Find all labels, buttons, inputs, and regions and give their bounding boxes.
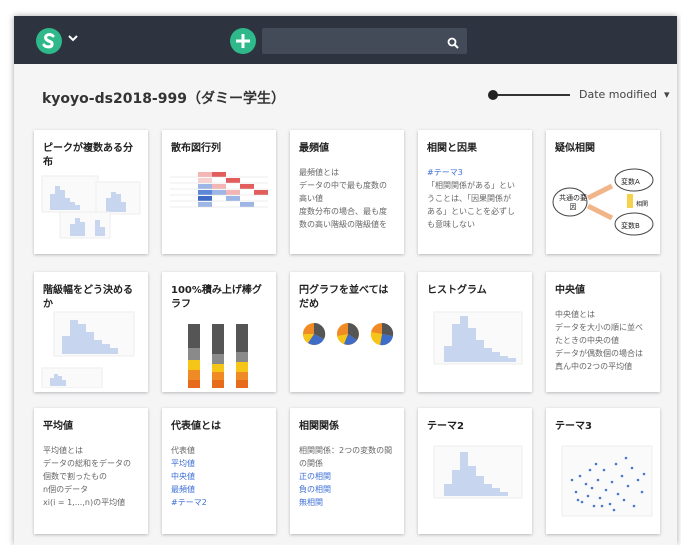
- preview-line: 中央値とは: [555, 310, 595, 319]
- preview-link[interactable]: 正の相関: [299, 470, 395, 483]
- card-title: 平均値: [43, 421, 73, 432]
- card-title: ヒストグラム: [427, 285, 487, 296]
- scatter-thumbnail: [561, 445, 653, 517]
- notebook-card[interactable]: ピークが複数ある分布: [34, 130, 148, 254]
- preview-link[interactable]: 負の相関: [299, 483, 395, 496]
- preview-line: 平均値とは: [43, 446, 83, 455]
- table-thumbnail: [168, 164, 270, 214]
- add-icon[interactable]: [230, 28, 256, 54]
- preview-link[interactable]: #テーマ2: [171, 496, 267, 509]
- app-frame: kyoyo-ds2018-999（ダミー学生） Date modified ▾ …: [14, 16, 677, 545]
- preview-line: データを大小の順に並べ: [555, 323, 643, 332]
- stacked-bar-thumbnail: [188, 324, 248, 388]
- histogram-thumbnail: [41, 311, 135, 388]
- pie-charts-thumbnail: [303, 322, 394, 346]
- notebook-card[interactable]: テーマ2: [418, 408, 532, 534]
- preview-line: 高い値: [299, 194, 323, 203]
- preview-line: xi(i = 1,...,n)の平均値: [43, 498, 126, 507]
- preview-line: の関係: [299, 459, 323, 468]
- notebook-card[interactable]: 疑似相関 共通の要因 変数A 変数B 相関: [546, 130, 660, 254]
- sort-dropdown[interactable]: Date modified ▾: [579, 88, 669, 101]
- card-title: テーマ3: [555, 421, 592, 432]
- preview-link[interactable]: 最頻値: [171, 483, 267, 496]
- preview-link[interactable]: 平均値: [171, 457, 267, 470]
- logo-icon[interactable]: [36, 28, 62, 54]
- card-preview: 最頻値とは データの中で最も度数の 高い値 度数分布の場合、最も度 数の高い階級…: [299, 166, 395, 231]
- preview-line: 個数で割ったもの: [43, 472, 107, 481]
- preview-line: 真ん中の2つの平均値: [555, 362, 633, 371]
- notebook-card[interactable]: ヒストグラム: [418, 272, 532, 392]
- preview-line: 最頻値とは: [299, 168, 339, 177]
- notebook-card[interactable]: 最頻値 最頻値とは データの中で最も度数の 高い値 度数分布の場合、最も度 数の…: [290, 130, 404, 254]
- card-title: ピークが複数ある分布: [43, 143, 133, 168]
- search-input[interactable]: [262, 28, 467, 54]
- preview-link[interactable]: 中央値: [171, 470, 267, 483]
- preview-line: データの中で最も度数の: [299, 181, 387, 190]
- zoom-slider[interactable]: [488, 90, 570, 100]
- page-title: kyoyo-ds2018-999（ダミー学生）: [42, 91, 285, 107]
- card-preview: 中央値とは データを大小の順に並べ たときの中央の値 データが偶数個の場合は 真…: [555, 308, 651, 373]
- preview-line: も意味しない: [427, 220, 475, 229]
- card-title: 散布図行列: [171, 143, 221, 154]
- chevron-down-icon[interactable]: [68, 32, 78, 46]
- notebook-card[interactable]: 中央値 中央値とは データを大小の順に並べ たときの中央の値 データが偶数個の場…: [546, 272, 660, 392]
- histogram-thumbnail: [433, 311, 523, 365]
- preview-line: 数の高い階級の階級値を: [299, 220, 387, 229]
- caret-down-icon: ▾: [660, 88, 670, 101]
- notebook-card[interactable]: 階級幅をどう決めるか: [34, 272, 148, 392]
- histogram-thumbnail: [41, 175, 141, 239]
- notebook-card[interactable]: 相関関係 相関関係：2つの変数の間 の関係 正の相関 負の相関 無相関: [290, 408, 404, 534]
- notebook-card[interactable]: 100%積み上げ棒グラフ: [162, 272, 276, 392]
- card-preview: 平均値とは データの総和をデータの 個数で割ったもの n個のデータ xi(i =…: [43, 444, 139, 509]
- notebook-card[interactable]: 相関と因果 #テーマ3 「相関関係がある」とい うことは、「因果関係が ある」と…: [418, 130, 532, 254]
- card-title: 疑似相関: [555, 143, 595, 154]
- preview-line: ある」といことを必ずし: [427, 207, 515, 216]
- notebook-card[interactable]: 散布図行列: [162, 130, 276, 254]
- card-preview: 相関関係：2つの変数の間 の関係 正の相関 負の相関 無相関: [299, 444, 395, 509]
- card-title: テーマ2: [427, 421, 464, 432]
- sort-label: Date modified: [579, 88, 657, 101]
- notebook-card[interactable]: テーマ3: [546, 408, 660, 534]
- preview-line: 度数分布の場合、最も度: [299, 207, 387, 216]
- card-title: 中央値: [555, 285, 585, 296]
- card-preview: #テーマ3 「相関関係がある」とい うことは、「因果関係が ある」といことを必ず…: [427, 166, 523, 231]
- preview-line: たときの中央の値: [555, 336, 619, 345]
- logo-mark: [42, 33, 55, 49]
- card-title: 100%積み上げ棒グラフ: [171, 285, 262, 310]
- preview-link[interactable]: #テーマ3: [427, 166, 523, 179]
- card-title: 代表値とは: [171, 421, 221, 432]
- preview-line: 相関関係：2つの変数の間: [299, 446, 393, 455]
- histogram-thumbnail: [433, 445, 523, 499]
- diagram-b-label: 変数B: [621, 222, 640, 230]
- diagram-center-label: 共通の要因: [559, 194, 587, 211]
- notebook-card[interactable]: 平均値 平均値とは データの総和をデータの 個数で割ったもの n個のデータ xi…: [34, 408, 148, 534]
- preview-line: 「相関関係がある」とい: [427, 181, 515, 190]
- preview-link[interactable]: 無相関: [299, 496, 395, 509]
- slider-knob[interactable]: [488, 90, 498, 100]
- diagram-a-label: 変数A: [621, 178, 640, 186]
- top-bar: [14, 16, 677, 64]
- notebook-card[interactable]: 円グラフを並べてはだめ: [290, 272, 404, 392]
- plus-icon: [236, 34, 250, 48]
- diagram-rel-label: 相関: [636, 201, 649, 208]
- card-preview: 代表値 平均値 中央値 最頻値 #テーマ2: [171, 444, 267, 509]
- card-title: 相関関係: [299, 421, 339, 432]
- preview-line: n個のデータ: [43, 485, 89, 494]
- preview-line: うことは、「因果関係が: [427, 194, 511, 203]
- notebook-card[interactable]: 代表値とは 代表値 平均値 中央値 最頻値 #テーマ2: [162, 408, 276, 534]
- preview-line: データの総和をデータの: [43, 459, 131, 468]
- search-icon[interactable]: [447, 34, 459, 53]
- card-title: 最頻値: [299, 143, 329, 154]
- card-title: 相関と因果: [427, 143, 477, 154]
- preview-line: データが偶数個の場合は: [555, 349, 643, 358]
- card-title: 円グラフを並べてはだめ: [299, 285, 389, 310]
- preview-line: 代表値: [171, 446, 195, 455]
